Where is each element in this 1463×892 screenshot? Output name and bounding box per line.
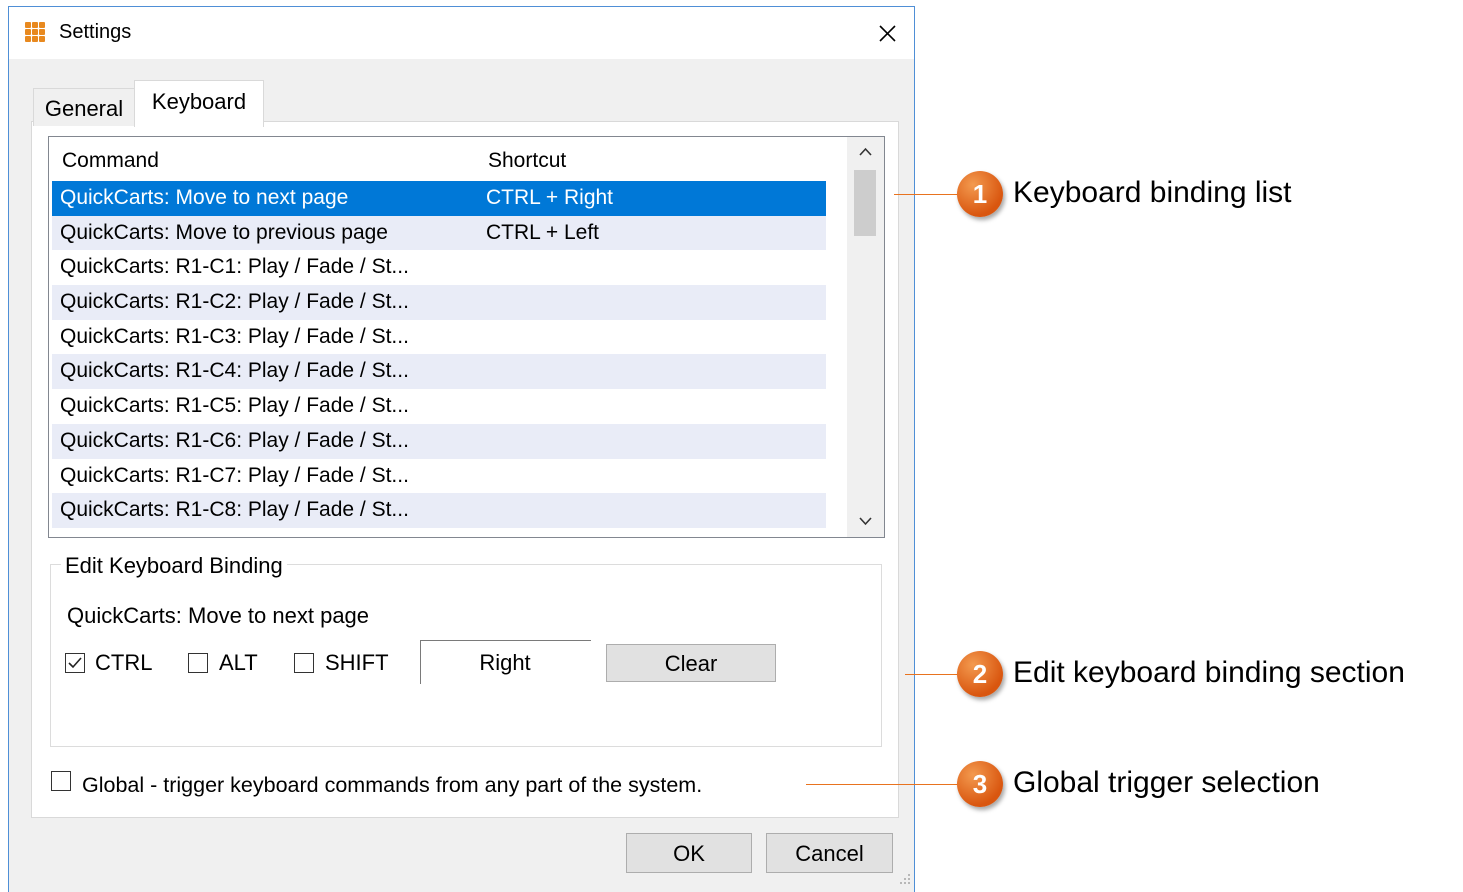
list-row[interactable]: QuickCarts: R1-C7: Play / Fade / St... — [52, 459, 826, 494]
tab-general[interactable]: General — [33, 88, 135, 126]
row-command: QuickCarts: R1-C3: Play / Fade / St... — [60, 324, 409, 348]
checkbox-box[interactable] — [65, 653, 85, 673]
ok-button[interactable]: OK — [626, 833, 752, 873]
checkbox-box[interactable] — [188, 653, 208, 673]
row-command: QuickCarts: R1-C5: Play / Fade / St... — [60, 394, 409, 418]
alt-label: ALT — [219, 650, 258, 675]
key-input[interactable]: Right — [420, 640, 591, 684]
callout-badge: 3 — [957, 761, 1003, 807]
window-title: Settings — [59, 21, 132, 43]
key-value: Right — [479, 650, 531, 675]
callout-badge: 1 — [957, 171, 1003, 217]
checkbox-box[interactable] — [294, 653, 314, 673]
vertical-scrollbar[interactable] — [847, 137, 884, 537]
resize-grip-icon[interactable] — [895, 869, 913, 887]
keyboard-binding-list[interactable]: Command Shortcut QuickCarts: Move to nex… — [48, 136, 885, 538]
scroll-down-button[interactable] — [847, 507, 884, 537]
list-row[interactable]: QuickCarts: R1-C5: Play / Fade / St... — [52, 389, 826, 424]
global-label: Global - trigger keyboard commands from … — [82, 773, 703, 797]
list-row[interactable]: QuickCarts: R1-C8: Play / Fade / St... — [52, 493, 826, 528]
tab-keyboard[interactable]: Keyboard — [134, 80, 264, 127]
list-header: Command Shortcut — [49, 137, 826, 181]
chevron-up-icon — [859, 147, 872, 156]
clear-button[interactable]: Clear — [606, 644, 776, 682]
shift-label: SHIFT — [325, 650, 389, 675]
list-row[interactable]: QuickCarts: R1-C4: Play / Fade / St... — [52, 354, 826, 390]
callout-text: Keyboard binding list — [1013, 176, 1292, 209]
row-command: QuickCarts: R1-C1: Play / Fade / St... — [60, 255, 409, 279]
global-checkbox[interactable] — [51, 771, 71, 791]
app-grid-icon — [25, 22, 47, 44]
row-command: QuickCarts: R1-C7: Play / Fade / St... — [60, 463, 409, 487]
row-command: QuickCarts: Move to previous page — [60, 220, 388, 244]
list-row[interactable]: QuickCarts: R1-C1: Play / Fade / St... — [52, 250, 826, 285]
checkmark-icon — [68, 657, 82, 669]
binding-command-label: QuickCarts: Move to next page — [67, 603, 370, 628]
scroll-up-button[interactable] — [847, 137, 884, 167]
column-header-shortcut[interactable]: Shortcut — [488, 149, 566, 173]
row-command: QuickCarts: R1-C8: Play / Fade / St... — [60, 498, 409, 522]
row-command: QuickCarts: R1-C6: Play / Fade / St... — [60, 428, 409, 452]
list-row[interactable]: QuickCarts: R1-C2: Play / Fade / St... — [52, 285, 826, 320]
callout-text: Global trigger selection — [1013, 766, 1320, 799]
settings-dialog: Settings Command Shortcut QuickCarts: Mo… — [8, 6, 915, 892]
close-icon — [879, 25, 896, 42]
list-rows: QuickCarts: Move to next page CTRL + Righ… — [52, 181, 826, 528]
list-row[interactable]: QuickCarts: R1-C6: Play / Fade / St... — [52, 423, 826, 459]
row-shortcut: CTRL + Right — [486, 186, 614, 209]
scroll-thumb[interactable] — [854, 170, 876, 236]
row-command: QuickCarts: Move to next page — [60, 186, 349, 209]
ctrl-label: CTRL — [95, 650, 153, 675]
column-header-command[interactable]: Command — [62, 149, 159, 173]
title-bar[interactable]: Settings — [9, 7, 914, 59]
row-command: QuickCarts: R1-C2: Play / Fade / St... — [60, 290, 409, 314]
callout-connector — [905, 674, 958, 675]
callout-connector — [806, 784, 958, 785]
list-row[interactable]: QuickCarts: Move to next page CTRL + Righ… — [52, 181, 826, 216]
group-label: Edit Keyboard Binding — [61, 553, 287, 579]
list-row[interactable]: QuickCarts: R1-C3: Play / Fade / St... — [52, 320, 826, 355]
cancel-button[interactable]: Cancel — [766, 833, 893, 873]
chevron-down-icon — [859, 517, 872, 526]
row-shortcut: CTRL + Left — [486, 220, 600, 244]
row-command: QuickCarts: R1-C4: Play / Fade / St... — [60, 359, 409, 383]
callout-badge: 2 — [957, 651, 1003, 697]
callout-connector — [894, 194, 958, 195]
close-button[interactable] — [867, 13, 907, 53]
list-row[interactable]: QuickCarts: Move to previous page CTRL + … — [52, 215, 826, 251]
callout-text: Edit keyboard binding section — [1013, 656, 1405, 689]
